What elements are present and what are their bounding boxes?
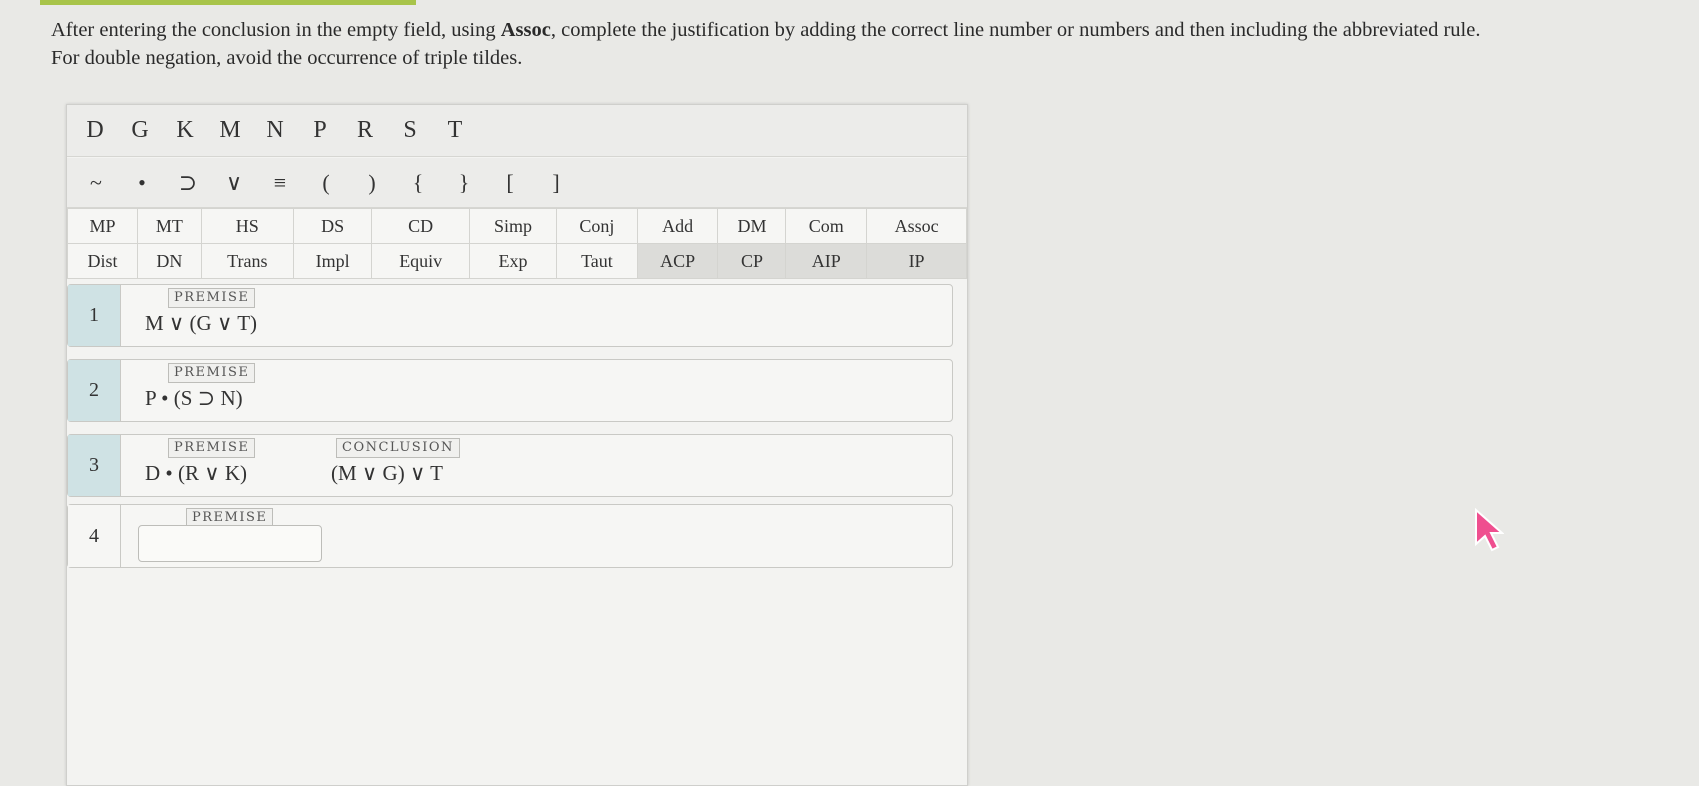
rule-buttons-grid: MP MT HS DS CD Simp Conj Add DM Com Asso… — [66, 208, 967, 279]
line-4-formula-input[interactable] — [138, 525, 322, 562]
proof-panel: D G K M N P R S T ~ • ⊃ ∨ ≡ ( ) { } [ ] … — [66, 104, 968, 786]
symbol-key-close-brace[interactable]: } — [441, 170, 487, 196]
rule-button-cd[interactable]: CD — [371, 208, 471, 244]
conclusion-formula: (M ∨ G) ∨ T — [331, 461, 444, 485]
letter-key-t[interactable]: T — [433, 117, 478, 144]
letter-key-s[interactable]: S — [388, 117, 433, 144]
letter-key-d[interactable]: D — [73, 117, 118, 144]
rule-button-conj[interactable]: Conj — [556, 208, 638, 244]
rule-button-add[interactable]: Add — [636, 208, 719, 244]
instructions-rule-name: Assoc — [500, 19, 551, 41]
proof-line-4: 4 PREMISE — [67, 504, 953, 568]
proof-line-2: 2 PREMISE P • (S ⊃ N) — [67, 359, 953, 422]
symbol-key-open-paren[interactable]: ( — [303, 170, 349, 196]
proof-line-1: 1 PREMISE M ∨ (G ∨ T) — [67, 284, 953, 347]
instructions-part2: , complete the justification by adding t… — [550, 19, 1481, 41]
rule-button-mp[interactable]: MP — [66, 208, 139, 244]
symbol-key-tilde[interactable]: ~ — [73, 170, 119, 196]
line-formula: M ∨ (G ∨ T) — [145, 311, 258, 335]
symbol-key-open-brace[interactable]: { — [395, 170, 441, 196]
rule-button-equiv[interactable]: Equiv — [371, 243, 471, 279]
instructions-text: After entering the conclusion in the emp… — [51, 16, 1651, 72]
symbol-key-open-bracket[interactable]: [ — [487, 170, 533, 196]
letter-key-g[interactable]: G — [118, 117, 163, 144]
line-formula: D • (R ∨ K) — [145, 461, 248, 485]
rule-button-ip[interactable]: IP — [866, 243, 967, 279]
rule-button-exp[interactable]: Exp — [469, 243, 558, 279]
rule-button-ds[interactable]: DS — [292, 208, 373, 244]
line-number: 1 — [68, 285, 121, 346]
premise-tag: PREMISE — [168, 363, 256, 383]
premise-tag: PREMISE — [168, 438, 256, 458]
rule-button-aip[interactable]: AIP — [785, 243, 868, 279]
line-number: 3 — [68, 435, 121, 496]
rule-button-dm[interactable]: DM — [717, 208, 787, 244]
symbol-key-close-bracket[interactable]: ] — [533, 170, 579, 196]
symbol-key-horseshoe[interactable]: ⊃ — [165, 170, 211, 196]
symbol-key-triple-bar[interactable]: ≡ — [257, 170, 303, 196]
rule-button-impl[interactable]: Impl — [292, 243, 373, 279]
instructions-part1: After entering the conclusion in the emp… — [51, 19, 501, 41]
symbol-keyboard: ~ • ⊃ ∨ ≡ ( ) { } [ ] — [67, 158, 967, 208]
premise-tag: PREMISE — [168, 288, 256, 308]
line-number: 2 — [68, 360, 121, 421]
line-number: 4 — [68, 505, 121, 567]
letter-key-m[interactable]: M — [208, 117, 253, 144]
rule-button-dn[interactable]: DN — [137, 243, 202, 279]
top-accent-bar — [40, 0, 416, 5]
letter-key-p[interactable]: P — [298, 117, 343, 144]
letter-key-n[interactable]: N — [253, 117, 298, 144]
letter-key-r[interactable]: R — [343, 117, 388, 144]
rule-button-simp[interactable]: Simp — [469, 208, 558, 244]
symbol-key-close-paren[interactable]: ) — [349, 170, 395, 196]
proof-line-3: 3 PREMISE D • (R ∨ K) CONCLUSION (M ∨ G)… — [67, 434, 953, 497]
rule-button-mt[interactable]: MT — [137, 208, 202, 244]
letter-keyboard: D G K M N P R S T — [67, 105, 967, 157]
rule-button-assoc[interactable]: Assoc — [866, 208, 967, 244]
conclusion-tag: CONCLUSION — [336, 438, 460, 458]
symbol-key-wedge[interactable]: ∨ — [211, 170, 257, 196]
rule-button-trans[interactable]: Trans — [200, 243, 294, 279]
rule-button-hs[interactable]: HS — [200, 208, 294, 244]
line-formula: P • (S ⊃ N) — [145, 386, 243, 410]
rule-button-com[interactable]: Com — [785, 208, 868, 244]
instructions-line2: For double negation, avoid the occurrenc… — [51, 47, 523, 69]
symbol-key-dot[interactable]: • — [119, 170, 165, 196]
rule-button-cp[interactable]: CP — [717, 243, 787, 279]
letter-key-k[interactable]: K — [163, 117, 208, 144]
mouse-pointer-icon — [1475, 508, 1504, 552]
rule-button-dist[interactable]: Dist — [66, 243, 139, 279]
rule-button-taut[interactable]: Taut — [556, 243, 638, 279]
rule-button-acp[interactable]: ACP — [636, 243, 719, 279]
